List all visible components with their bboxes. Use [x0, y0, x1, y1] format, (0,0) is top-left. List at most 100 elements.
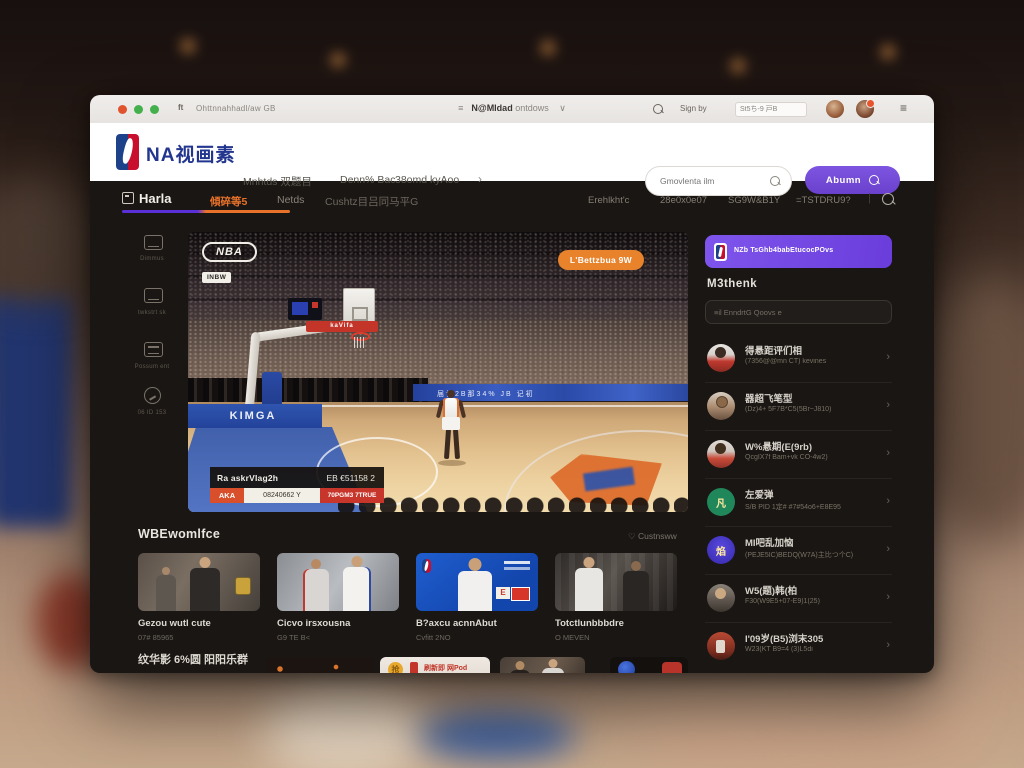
channel-letter-badge: E: [496, 587, 510, 599]
player-silhouette: [436, 390, 468, 470]
profile-avatar[interactable]: [826, 100, 844, 118]
rail-label-3: Possum ent: [114, 364, 190, 370]
section-action-link[interactable]: ♡ Custnsww: [628, 531, 677, 542]
video-card[interactable]: Gezou wutl cute 07# 85965: [138, 553, 260, 642]
court-apron-board: KIMGA: [188, 404, 322, 428]
chevron-right-icon[interactable]: ›: [886, 591, 890, 603]
sign-in-link[interactable]: Sign by: [680, 104, 707, 113]
court-warm-blur: [630, 686, 990, 768]
header-nav-item-2[interactable]: Denn% Bac: [340, 174, 395, 186]
chevron-right-icon[interactable]: ›: [886, 447, 890, 459]
player-avatar: [707, 440, 735, 468]
item-subtitle: S/B PID 1定# #7#54o6+E8E95: [745, 502, 841, 512]
nav-right-item-4[interactable]: =TSTDRU9?: [796, 195, 851, 206]
active-tab-underline: [122, 210, 290, 213]
video-card-title[interactable]: Cicvo irsxousna: [277, 618, 399, 629]
rail-history-icon[interactable]: [144, 387, 161, 404]
sidebar-list-item[interactable]: W%悬期(E(9rb) QcgIX7f Bam+vk CO-4w2) ›: [705, 431, 892, 479]
search-icon[interactable]: [770, 176, 780, 186]
chevron-right-icon[interactable]: ›: [886, 639, 890, 651]
chevron-right-icon[interactable]: ›: [886, 351, 890, 363]
header-nav-item-3[interactable]: 38omd kyAoo: [395, 174, 459, 186]
nav-search-icon[interactable]: [882, 193, 894, 205]
header-nav-item-1[interactable]: Mnhtds 双题目: [243, 174, 312, 189]
video-thumbnail-partial[interactable]: [266, 657, 374, 673]
address-text[interactable]: Ohttnnahhadl/aw GB: [196, 104, 276, 113]
search-icon[interactable]: [653, 104, 663, 114]
sidebar-search-box[interactable]: ≡il EnndrtG Qoovs e: [705, 300, 892, 324]
notification-avatar[interactable]: [856, 100, 874, 118]
video-card[interactable]: Totctlunbbbdre O MEVEN: [555, 553, 677, 642]
backboard: [343, 288, 375, 325]
desktop-background: ft Ohttnnahhadl/aw GB ≡N@Mldad ontdows ∨…: [0, 0, 1024, 768]
nba-logo[interactable]: [116, 134, 139, 170]
video-thumbnail[interactable]: E: [416, 553, 538, 611]
header-search-input[interactable]: [658, 167, 767, 195]
video-thumbnail-partial[interactable]: [610, 657, 688, 673]
item-subtitle: (PEJE5IC)BEDQ(W7A)主比つ个C): [745, 550, 853, 560]
video-thumbnail[interactable]: [138, 553, 260, 611]
minimize-window-button[interactable]: [134, 105, 143, 114]
nav-right-item-1[interactable]: Erehlkht'c: [588, 195, 629, 206]
chevron-right-icon[interactable]: ›: [886, 543, 890, 555]
video-thumbnail-partial[interactable]: 抢 刷新即 网Pod: [380, 657, 490, 673]
sidebar-promo-banner[interactable]: NZb TsGhb4babEtucocPOvs: [705, 235, 892, 268]
item-title: MI吧乱加恼: [745, 535, 794, 549]
toolbar-mini-field[interactable]: St5ち-9 戸B: [735, 102, 807, 117]
nba-watermark-badge: NBA: [202, 242, 257, 262]
sidebar-list-item[interactable]: 凡 左爱弹 S/B PID 1定# #7#54o6+E8E95 ›: [705, 479, 892, 527]
video-thumbnail[interactable]: [555, 553, 677, 611]
sidebar-list-item[interactable]: 焰 MI吧乱加恼 (PEJE5IC)BEDQ(W7A)主比つ个C) ›: [705, 527, 892, 575]
item-title: 左爱弹: [745, 487, 774, 501]
rail-label-4: 06 ID 153: [114, 410, 190, 416]
crowd-left-blur: [0, 180, 100, 300]
tab-home[interactable]: Harla: [122, 191, 172, 206]
red-badge: [662, 662, 682, 673]
rail-video-icon[interactable]: [144, 235, 163, 250]
player-avatar: [707, 392, 735, 420]
video-card-title[interactable]: B?axcu acnnAbut: [416, 618, 538, 629]
sidebar-list-item[interactable]: 器超飞笔型 (Dz)4+ 5F7B*C5(5Br~J810) ›: [705, 383, 892, 431]
browser-toolbar: ft Ohttnnahhadl/aw GB ≡N@Mldad ontdows ∨…: [90, 95, 934, 124]
video-thumbnail[interactable]: [277, 553, 399, 611]
coin-icon: 抢: [388, 662, 403, 673]
video-player[interactable]: 届记2B那34% JB 记初 kaVifa KIMGA NBA INB: [188, 232, 688, 512]
video-thumbnail-partial[interactable]: [500, 657, 585, 673]
hamburger-menu-icon[interactable]: ≡: [900, 101, 907, 115]
item-subtitle: W23(KT B9=4 (3)L5di: [745, 646, 813, 653]
nav-right-item-3[interactable]: SG9W&B1Y: [728, 195, 780, 206]
tab-highlights[interactable]: 傾碎等5: [210, 194, 247, 209]
rail-list-icon[interactable]: [144, 342, 163, 357]
sidebar-list-item[interactable]: W5(题)韩(柏 F30(W9E5+07-E9)1(25) ›: [705, 575, 892, 623]
nav-divider: |: [868, 192, 871, 204]
caption-lines: [504, 561, 530, 564]
tab-schedule[interactable]: Cushtz目吕同马平G: [325, 194, 418, 209]
court-blue-line-blur: [418, 710, 576, 760]
item-title: W5(题)韩(柏: [745, 583, 797, 597]
tab-title[interactable]: ≡N@Mldad ontdows ∨: [458, 103, 566, 114]
close-window-button[interactable]: [118, 105, 127, 114]
chevron-right-icon[interactable]: ›: [886, 399, 890, 411]
header-search-button[interactable]: Abumn: [805, 166, 900, 194]
sidebar-list-item[interactable]: I'09岁(B5)浏末305 W23(KT B9=4 (3)L5di ›: [705, 623, 892, 671]
site-brand-title[interactable]: NA视画素: [146, 140, 235, 167]
tab-news[interactable]: Netds: [277, 194, 304, 206]
nav-right-item-2[interactable]: 28e0x0e07: [660, 195, 707, 206]
video-card-title[interactable]: Gezou wutl cute: [138, 618, 260, 629]
header-search-box[interactable]: [645, 166, 792, 196]
rail-monitor-icon[interactable]: [144, 288, 163, 303]
browser-window: ft Ohttnnahhadl/aw GB ≡N@Mldad ontdows ∨…: [90, 95, 934, 673]
sidebar-section-title: M3thenk: [707, 278, 757, 290]
video-card[interactable]: E B?axcu acnnAbut Cvfitt 2NO: [416, 553, 538, 642]
nav-more-arrow-icon[interactable]: ›: [478, 172, 482, 186]
chevron-right-icon[interactable]: ›: [886, 495, 890, 507]
video-card-meta: G9 TE B<: [277, 633, 399, 642]
rail-label-2: twkstrt sk: [114, 310, 190, 316]
sidebar-list-item[interactable]: 得悬距评们相 (7356@@mn CT) kevines ›: [705, 335, 892, 383]
video-card-title[interactable]: Totctlunbbbdre: [555, 618, 677, 629]
team-avatar: 凡: [707, 488, 735, 516]
zoom-window-button[interactable]: [150, 105, 159, 114]
video-card[interactable]: Cicvo irsxousna G9 TE B<: [277, 553, 399, 642]
status-segment-clock: 08240662 Y: [244, 488, 320, 503]
live-badge[interactable]: L'Bettzbua 9W: [558, 250, 644, 270]
